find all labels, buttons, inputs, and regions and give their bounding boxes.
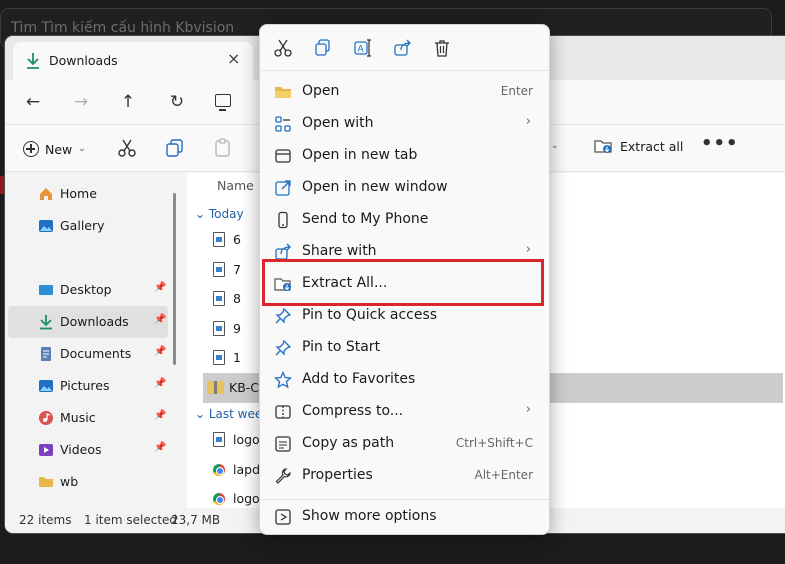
zip-folder-icon xyxy=(207,381,224,394)
this-pc-icon[interactable] xyxy=(215,94,231,111)
cut-icon[interactable] xyxy=(273,38,293,58)
menu-item-send-to-my-phone[interactable]: Send to My Phone xyxy=(264,204,547,236)
extract-all-highlight-box xyxy=(262,259,544,306)
videos-icon xyxy=(39,444,53,456)
sidebar-item-videos[interactable]: Videos 📌 xyxy=(8,434,168,466)
menu-item-show-more-options[interactable]: Show more options xyxy=(264,501,547,533)
paste-icon[interactable] xyxy=(212,137,234,159)
documents-icon xyxy=(41,347,51,361)
pin-icon[interactable]: 📌 xyxy=(154,442,166,453)
wrench-icon xyxy=(275,468,291,484)
menu-item-open-in-new-window[interactable]: Open in new window xyxy=(264,172,547,204)
copy-icon[interactable] xyxy=(164,137,186,159)
folder-icon xyxy=(275,87,291,98)
pin-icon[interactable]: 📌 xyxy=(154,346,166,357)
background-search-text: Tìm Tìm kiếm cấu hình Kbvision xyxy=(11,20,235,36)
chevron-right-icon: › xyxy=(525,114,531,129)
file-icon xyxy=(213,350,225,365)
forward-arrow-icon[interactable]: → xyxy=(67,88,95,116)
delete-icon[interactable] xyxy=(432,38,452,58)
menu-item-open-in-new-tab[interactable]: Open in new tab xyxy=(264,140,547,172)
sidebar-item-downloads[interactable]: Downloads 📌 xyxy=(8,306,168,338)
sidebar-item-gallery[interactable]: Gallery xyxy=(8,210,168,242)
file-icon xyxy=(213,262,225,277)
menu-separator xyxy=(260,499,549,500)
column-header-name[interactable]: Name xyxy=(217,178,254,193)
menu-item-properties[interactable]: Properties Alt+Enter xyxy=(264,460,547,492)
new-label: New xyxy=(45,141,73,157)
phone-icon xyxy=(278,211,288,229)
file-icon xyxy=(213,232,225,247)
selection-count: 1 item selected xyxy=(84,513,178,527)
sidebar-item-home[interactable]: Home xyxy=(8,178,168,210)
pin-icon[interactable]: 📌 xyxy=(154,314,166,325)
extract-all-label: Extract all xyxy=(620,138,684,154)
extract-folder-icon xyxy=(594,140,612,153)
download-icon xyxy=(27,53,39,69)
refresh-icon[interactable]: ↻ xyxy=(163,88,191,116)
menu-item-copy-as-path[interactable]: Copy as path Ctrl+Shift+C xyxy=(264,428,547,460)
gallery-icon xyxy=(39,220,53,232)
file-icon xyxy=(213,321,225,336)
file-icon xyxy=(213,291,225,306)
pin-icon[interactable]: 📌 xyxy=(154,282,166,293)
new-button[interactable]: New ⌄ xyxy=(23,138,86,160)
pin-icon[interactable]: 📌 xyxy=(154,378,166,389)
new-window-icon xyxy=(275,180,291,196)
rename-icon[interactable]: A xyxy=(353,38,373,58)
copy-icon[interactable] xyxy=(313,38,333,58)
sidebar-scrollbar[interactable] xyxy=(173,193,176,365)
chevron-right-icon: › xyxy=(525,402,531,417)
up-arrow-icon[interactable]: ↑ xyxy=(114,88,142,116)
sidebar-item-desktop[interactable]: Desktop 📌 xyxy=(8,274,168,306)
chevron-right-icon: › xyxy=(525,242,531,257)
pin-icon xyxy=(275,339,292,356)
sidebar-item-documents[interactable]: Documents 📌 xyxy=(8,338,168,370)
more-options-icon[interactable]: ••• xyxy=(701,133,739,154)
context-menu-quick-actions: A xyxy=(260,25,549,71)
menu-item-pin-to-start[interactable]: Pin to Start xyxy=(264,332,547,364)
folder-icon xyxy=(39,477,53,487)
chrome-icon xyxy=(213,464,225,476)
extract-all-button[interactable]: Extract all xyxy=(594,138,683,154)
sidebar-item-wb[interactable]: wb xyxy=(8,466,168,498)
menu-item-add-to-favorites[interactable]: Add to Favorites xyxy=(264,364,547,396)
chrome-icon xyxy=(213,493,225,505)
new-tab-icon xyxy=(275,149,291,163)
pin-icon[interactable]: 📌 xyxy=(154,410,166,421)
sidebar-item-pictures[interactable]: Pictures 📌 xyxy=(8,370,168,402)
navigation-pane: Home Gallery Desktop 📌 Downloads 📌 Docum… xyxy=(5,173,183,508)
tab-downloads[interactable]: Downloads × xyxy=(13,42,253,80)
plus-icon xyxy=(23,141,39,157)
chevron-down-icon: ⌄ xyxy=(78,144,86,154)
music-icon xyxy=(39,411,53,425)
svg-text:A: A xyxy=(358,45,365,55)
home-icon xyxy=(40,188,52,200)
back-arrow-icon[interactable]: ← xyxy=(19,88,47,116)
item-count: 22 items xyxy=(19,513,72,527)
share-icon[interactable] xyxy=(393,38,413,58)
zip-icon xyxy=(275,405,291,419)
menu-item-open-with[interactable]: Open with › xyxy=(264,108,547,140)
close-tab-button[interactable]: × xyxy=(227,50,240,68)
selection-size: 23,7 MB xyxy=(171,513,221,527)
star-icon xyxy=(274,371,292,389)
pin-icon xyxy=(275,307,292,324)
menu-item-compress-to[interactable]: Compress to... › xyxy=(264,396,547,428)
tab-title: Downloads xyxy=(49,53,118,68)
group-header-today[interactable]: ⌄ Today xyxy=(195,207,244,221)
download-icon xyxy=(40,315,52,330)
copy-path-icon xyxy=(275,436,291,452)
sidebar-item-music[interactable]: Music 📌 xyxy=(8,402,168,434)
menu-item-open[interactable]: Open Enter xyxy=(264,76,547,108)
chevron-down-icon[interactable]: ⌄ xyxy=(551,141,559,151)
cut-icon[interactable] xyxy=(116,137,138,159)
more-options-icon xyxy=(275,509,291,525)
file-icon xyxy=(213,432,225,447)
desktop-icon xyxy=(39,285,53,295)
pictures-icon xyxy=(39,380,53,392)
apps-icon xyxy=(275,116,291,132)
